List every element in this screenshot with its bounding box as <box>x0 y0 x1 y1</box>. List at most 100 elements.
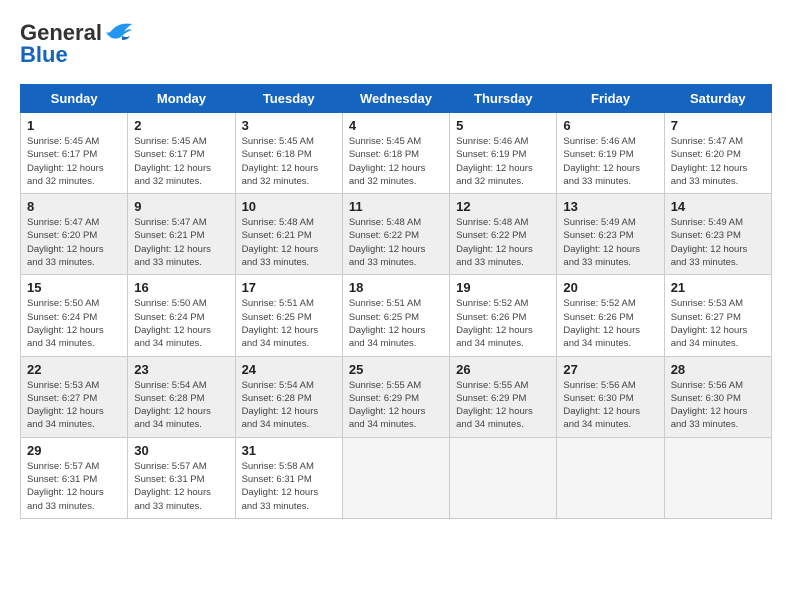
day-info: Sunrise: 5:51 AM Sunset: 6:25 PM Dayligh… <box>349 297 443 350</box>
day-number: 29 <box>27 443 121 458</box>
day-number: 3 <box>242 118 336 133</box>
week-row-5: 29 Sunrise: 5:57 AM Sunset: 6:31 PM Dayli… <box>21 437 772 518</box>
logo-bird-icon <box>104 20 134 46</box>
day-number: 27 <box>563 362 657 377</box>
day-cell-29: 29 Sunrise: 5:57 AM Sunset: 6:31 PM Dayli… <box>21 437 128 518</box>
day-info: Sunrise: 5:56 AM Sunset: 6:30 PM Dayligh… <box>671 379 765 432</box>
day-info: Sunrise: 5:48 AM Sunset: 6:22 PM Dayligh… <box>456 216 550 269</box>
day-cell-15: 15Sunrise: 5:50 AM Sunset: 6:24 PM Dayli… <box>21 275 128 356</box>
day-number: 26 <box>456 362 550 377</box>
day-cell-5: 5 Sunrise: 5:46 AM Sunset: 6:19 PM Daylig… <box>450 113 557 194</box>
day-cell-24: 24 Sunrise: 5:54 AM Sunset: 6:28 PM Dayli… <box>235 356 342 437</box>
weekday-header-wednesday: Wednesday <box>342 85 449 113</box>
day-info: Sunrise: 5:45 AM Sunset: 6:17 PM Dayligh… <box>134 135 228 188</box>
day-cell-2: 2 Sunrise: 5:45 AM Sunset: 6:17 PM Daylig… <box>128 113 235 194</box>
day-cell-18: 18 Sunrise: 5:51 AM Sunset: 6:25 PM Dayli… <box>342 275 449 356</box>
day-number: 8 <box>27 199 121 214</box>
weekday-header-saturday: Saturday <box>664 85 771 113</box>
weekday-header-sunday: Sunday <box>21 85 128 113</box>
day-info: Sunrise: 5:50 AM Sunset: 6:24 PM Dayligh… <box>27 297 121 350</box>
day-cell-26: 26 Sunrise: 5:55 AM Sunset: 6:29 PM Dayli… <box>450 356 557 437</box>
day-info: Sunrise: 5:54 AM Sunset: 6:28 PM Dayligh… <box>242 379 336 432</box>
day-cell-23: 23 Sunrise: 5:54 AM Sunset: 6:28 PM Dayli… <box>128 356 235 437</box>
day-cell-12: 12 Sunrise: 5:48 AM Sunset: 6:22 PM Dayli… <box>450 194 557 275</box>
weekday-header-monday: Monday <box>128 85 235 113</box>
day-number: 19 <box>456 280 550 295</box>
day-info: Sunrise: 5:51 AM Sunset: 6:25 PM Dayligh… <box>242 297 336 350</box>
day-number: 23 <box>134 362 228 377</box>
day-info: Sunrise: 5:47 AM Sunset: 6:20 PM Dayligh… <box>671 135 765 188</box>
day-cell-14: 14 Sunrise: 5:49 AM Sunset: 6:23 PM Dayli… <box>664 194 771 275</box>
day-cell-6: 6 Sunrise: 5:46 AM Sunset: 6:19 PM Daylig… <box>557 113 664 194</box>
day-number: 1 <box>27 118 121 133</box>
day-info: Sunrise: 5:57 AM Sunset: 6:31 PM Dayligh… <box>27 460 121 513</box>
day-number: 2 <box>134 118 228 133</box>
day-number: 17 <box>242 280 336 295</box>
day-cell-8: 8 Sunrise: 5:47 AM Sunset: 6:20 PM Daylig… <box>21 194 128 275</box>
day-number: 6 <box>563 118 657 133</box>
day-number: 16 <box>134 280 228 295</box>
weekday-header-row: SundayMondayTuesdayWednesdayThursdayFrid… <box>21 85 772 113</box>
day-cell-13: 13Sunrise: 5:49 AM Sunset: 6:23 PM Dayli… <box>557 194 664 275</box>
day-info: Sunrise: 5:55 AM Sunset: 6:29 PM Dayligh… <box>349 379 443 432</box>
day-cell-25: 25 Sunrise: 5:55 AM Sunset: 6:29 PM Dayli… <box>342 356 449 437</box>
day-cell-22: 22 Sunrise: 5:53 AM Sunset: 6:27 PM Dayli… <box>21 356 128 437</box>
week-row-4: 22 Sunrise: 5:53 AM Sunset: 6:27 PM Dayli… <box>21 356 772 437</box>
logo: General Blue <box>20 20 134 68</box>
day-info: Sunrise: 5:53 AM Sunset: 6:27 PM Dayligh… <box>27 379 121 432</box>
day-number: 31 <box>242 443 336 458</box>
day-info: Sunrise: 5:58 AM Sunset: 6:31 PM Dayligh… <box>242 460 336 513</box>
day-number: 30 <box>134 443 228 458</box>
week-row-1: 1 Sunrise: 5:45 AM Sunset: 6:17 PM Daylig… <box>21 113 772 194</box>
day-cell-27: 27 Sunrise: 5:56 AM Sunset: 6:30 PM Dayli… <box>557 356 664 437</box>
day-number: 28 <box>671 362 765 377</box>
day-number: 7 <box>671 118 765 133</box>
day-number: 24 <box>242 362 336 377</box>
day-cell-7: 7 Sunrise: 5:47 AM Sunset: 6:20 PM Daylig… <box>664 113 771 194</box>
day-number: 25 <box>349 362 443 377</box>
day-info: Sunrise: 5:45 AM Sunset: 6:17 PM Dayligh… <box>27 135 121 188</box>
day-number: 10 <box>242 199 336 214</box>
empty-cell <box>557 437 664 518</box>
weekday-header-friday: Friday <box>557 85 664 113</box>
day-number: 5 <box>456 118 550 133</box>
day-cell-28: 28 Sunrise: 5:56 AM Sunset: 6:30 PM Dayli… <box>664 356 771 437</box>
day-info: Sunrise: 5:54 AM Sunset: 6:28 PM Dayligh… <box>134 379 228 432</box>
day-number: 20 <box>563 280 657 295</box>
day-cell-3: 3 Sunrise: 5:45 AM Sunset: 6:18 PM Daylig… <box>235 113 342 194</box>
day-info: Sunrise: 5:47 AM Sunset: 6:20 PM Dayligh… <box>27 216 121 269</box>
logo-blue: Blue <box>20 42 68 68</box>
day-info: Sunrise: 5:46 AM Sunset: 6:19 PM Dayligh… <box>563 135 657 188</box>
day-cell-11: 11 Sunrise: 5:48 AM Sunset: 6:22 PM Dayli… <box>342 194 449 275</box>
day-number: 11 <box>349 199 443 214</box>
day-info: Sunrise: 5:52 AM Sunset: 6:26 PM Dayligh… <box>456 297 550 350</box>
day-number: 21 <box>671 280 765 295</box>
day-info: Sunrise: 5:52 AM Sunset: 6:26 PM Dayligh… <box>563 297 657 350</box>
day-info: Sunrise: 5:45 AM Sunset: 6:18 PM Dayligh… <box>242 135 336 188</box>
day-cell-31: 31 Sunrise: 5:58 AM Sunset: 6:31 PM Dayli… <box>235 437 342 518</box>
day-info: Sunrise: 5:48 AM Sunset: 6:22 PM Dayligh… <box>349 216 443 269</box>
day-cell-17: 17 Sunrise: 5:51 AM Sunset: 6:25 PM Dayli… <box>235 275 342 356</box>
day-info: Sunrise: 5:55 AM Sunset: 6:29 PM Dayligh… <box>456 379 550 432</box>
day-info: Sunrise: 5:53 AM Sunset: 6:27 PM Dayligh… <box>671 297 765 350</box>
empty-cell <box>342 437 449 518</box>
day-number: 22 <box>27 362 121 377</box>
day-number: 14 <box>671 199 765 214</box>
day-cell-19: 19 Sunrise: 5:52 AM Sunset: 6:26 PM Dayli… <box>450 275 557 356</box>
day-info: Sunrise: 5:56 AM Sunset: 6:30 PM Dayligh… <box>563 379 657 432</box>
calendar-table: SundayMondayTuesdayWednesdayThursdayFrid… <box>20 84 772 519</box>
day-number: 12 <box>456 199 550 214</box>
empty-cell <box>450 437 557 518</box>
day-cell-4: 4Sunrise: 5:45 AM Sunset: 6:18 PM Daylig… <box>342 113 449 194</box>
day-number: 18 <box>349 280 443 295</box>
day-info: Sunrise: 5:49 AM Sunset: 6:23 PM Dayligh… <box>671 216 765 269</box>
day-cell-20: 20 Sunrise: 5:52 AM Sunset: 6:26 PM Dayli… <box>557 275 664 356</box>
day-info: Sunrise: 5:46 AM Sunset: 6:19 PM Dayligh… <box>456 135 550 188</box>
weekday-header-thursday: Thursday <box>450 85 557 113</box>
weekday-header-tuesday: Tuesday <box>235 85 342 113</box>
day-info: Sunrise: 5:47 AM Sunset: 6:21 PM Dayligh… <box>134 216 228 269</box>
day-cell-1: 1 Sunrise: 5:45 AM Sunset: 6:17 PM Daylig… <box>21 113 128 194</box>
day-info: Sunrise: 5:57 AM Sunset: 6:31 PM Dayligh… <box>134 460 228 513</box>
empty-cell <box>664 437 771 518</box>
page-header: General Blue <box>20 20 772 68</box>
